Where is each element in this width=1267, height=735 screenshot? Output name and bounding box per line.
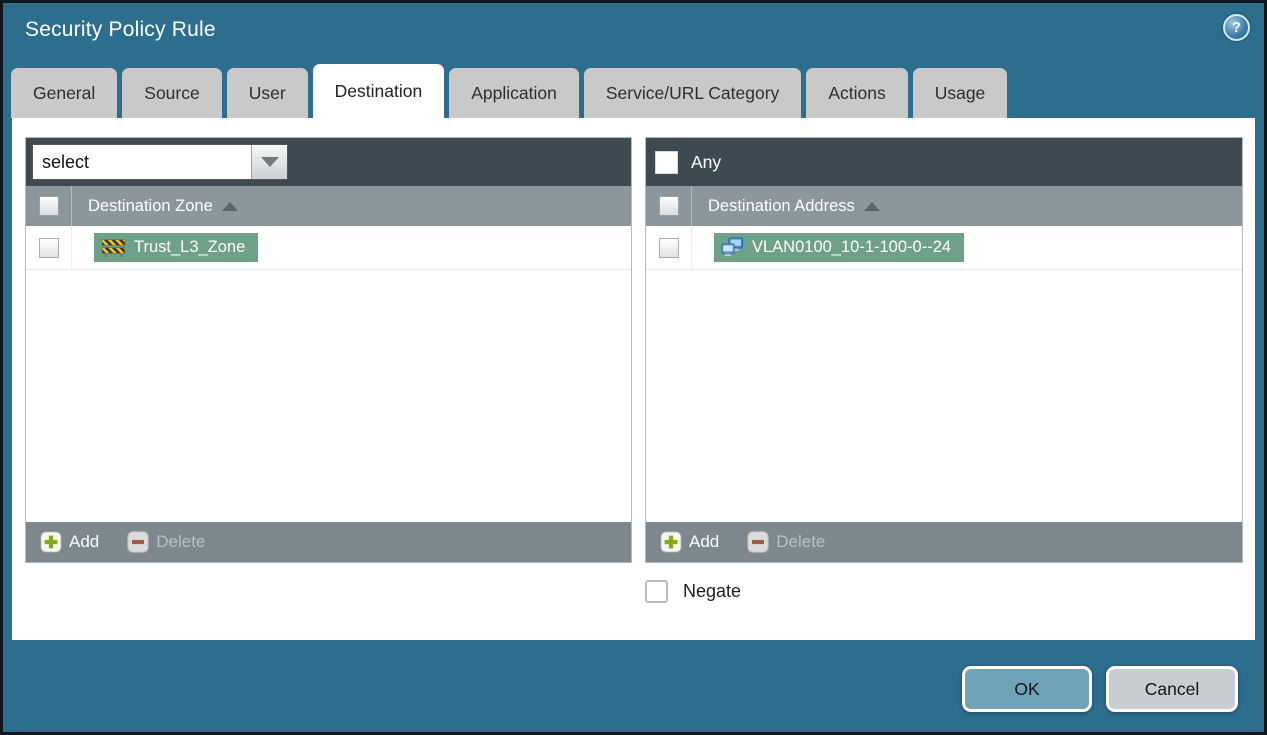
delete-zone-button[interactable]: Delete (127, 531, 205, 553)
any-label: Any (691, 151, 722, 172)
zone-column-header[interactable]: Destination Zone (88, 197, 213, 216)
ok-button[interactable]: OK (962, 666, 1092, 712)
add-label: Add (69, 532, 100, 551)
address-column-header-row: Destination Address (646, 186, 1242, 226)
chevron-down-icon (260, 157, 279, 167)
destination-zone-panel: Destination Zone (25, 137, 632, 563)
delete-minus-icon (747, 531, 769, 553)
delete-label: Delete (156, 532, 206, 551)
zone-header-checkbox-cell (26, 186, 72, 226)
address-header-checkbox-cell (646, 186, 692, 226)
sort-asc-icon (221, 201, 238, 211)
table-row: VLAN0100_10-1-100-0--24 (646, 226, 1242, 270)
add-address-button[interactable]: Add (660, 531, 719, 553)
security-policy-rule-dialog: Security Policy Rule ? General Source Us… (0, 0, 1267, 735)
zone-icon (101, 239, 126, 258)
tab-destination[interactable]: Destination (312, 64, 445, 118)
zone-list: Trust_L3_Zone (26, 226, 631, 522)
address-toolbar: Any (646, 138, 1242, 186)
negate-control: Negate (645, 580, 741, 603)
zone-row-checkbox-cell (26, 226, 72, 269)
zone-select-input[interactable] (33, 145, 251, 179)
any-checkbox-wrap: Any (655, 150, 722, 174)
delete-address-button[interactable]: Delete (747, 531, 825, 553)
zone-toolbar (26, 138, 631, 186)
destination-tab-content: Destination Zone (12, 118, 1255, 640)
title-bar: Security Policy Rule ? (3, 3, 1264, 63)
address-list: VLAN0100_10-1-100-0--24 (646, 226, 1242, 522)
zone-row-checkbox[interactable] (38, 237, 59, 258)
delete-label: Delete (776, 532, 826, 551)
delete-minus-icon (127, 531, 149, 553)
zone-select-dropdown-button[interactable] (251, 145, 287, 179)
zone-column-header-row: Destination Zone (26, 186, 631, 226)
address-column-header[interactable]: Destination Address (708, 197, 855, 216)
address-footer-bar: Add Delete (646, 522, 1242, 562)
any-checkbox[interactable] (655, 150, 678, 174)
tab-actions[interactable]: Actions (806, 68, 908, 118)
zone-value-chip[interactable]: Trust_L3_Zone (94, 233, 259, 262)
help-icon[interactable]: ? (1223, 14, 1250, 41)
add-zone-button[interactable]: Add (40, 531, 99, 553)
add-label: Add (689, 532, 720, 551)
cancel-button[interactable]: Cancel (1106, 666, 1238, 712)
add-plus-icon (40, 531, 62, 553)
zone-select-combobox (32, 144, 288, 180)
zone-footer-bar: Add Delete (26, 522, 631, 562)
address-value-chip[interactable]: VLAN0100_10-1-100-0--24 (714, 233, 965, 262)
negate-checkbox[interactable] (645, 580, 668, 603)
address-row-checkbox[interactable] (658, 237, 679, 258)
page-title: Security Policy Rule (25, 18, 216, 41)
tab-usage[interactable]: Usage (912, 68, 1008, 118)
address-row-checkbox-cell (646, 226, 692, 269)
tab-user[interactable]: User (226, 68, 308, 118)
table-row: Trust_L3_Zone (26, 226, 631, 270)
address-icon (721, 237, 744, 257)
tab-source[interactable]: Source (122, 68, 222, 118)
tab-service-url-category[interactable]: Service/URL Category (583, 68, 802, 118)
tab-bar: General Source User Destination Applicat… (11, 64, 1256, 118)
add-plus-icon (660, 531, 682, 553)
tab-general[interactable]: General (11, 68, 118, 118)
address-row-label: VLAN0100_10-1-100-0--24 (752, 238, 952, 256)
tab-application[interactable]: Application (449, 68, 579, 118)
negate-label: Negate (683, 581, 742, 601)
zone-row-label: Trust_L3_Zone (134, 238, 246, 256)
select-all-addresses-checkbox[interactable] (658, 196, 679, 216)
select-all-zones-checkbox[interactable] (38, 196, 59, 216)
sort-asc-icon (863, 201, 880, 211)
destination-address-panel: Any Destination Address VLAN0100_10-1-10… (645, 137, 1243, 563)
